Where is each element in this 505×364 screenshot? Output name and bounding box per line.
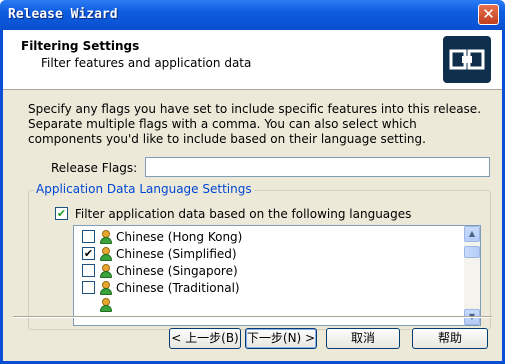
footer-divider [13,316,492,318]
page-title: Filtering Settings [21,39,140,53]
filter-checkbox-box[interactable]: ✔ [55,207,68,220]
release-logo-icon [443,36,491,83]
close-button[interactable]: ✕ [478,4,499,25]
back-button[interactable]: < 上一步(B) [169,328,241,349]
language-label: Chinese (Simplified) [116,246,237,261]
release-flags-label: Release Flags: [51,161,138,175]
window-title: Release Wizard [8,7,118,22]
language-label: Chinese (Traditional) [116,280,240,295]
instructions-text: Specify any flags you have set to includ… [28,102,482,146]
title-bar[interactable]: Release Wizard ✕ [0,0,505,30]
list-item[interactable]: Chinese (Hong Kong) [82,229,242,246]
user-language-icon [99,246,115,261]
language-checkbox[interactable] [82,281,95,294]
language-label: Chinese (Hong Kong) [116,229,243,244]
user-language-icon [99,263,115,278]
language-list[interactable]: Chinese (Hong Kong) ✔ Chinese (Simplified… [73,225,481,326]
language-label: Chinese (Singapore) [116,263,238,278]
user-language-icon [99,280,115,295]
language-checkbox[interactable]: ✔ [82,247,95,260]
page-subtitle: Filter features and application data [41,56,252,70]
list-item[interactable]: ✔ Chinese (Simplified) [82,246,237,263]
release-wizard-window: Release Wizard ✕ Filtering Settings Filt… [0,0,505,364]
wizard-header: Filtering Settings Filter features and a… [3,30,502,90]
list-scrollbar[interactable]: ▲ ▼ [464,226,480,325]
scroll-thumb[interactable] [464,246,480,258]
user-language-icon [99,229,115,244]
release-flags-input[interactable] [145,157,490,177]
language-checkbox[interactable] [82,264,95,277]
user-language-icon [99,297,115,312]
scroll-up-icon[interactable]: ▲ [464,226,480,242]
dialog-body: Filtering Settings Filter features and a… [3,30,502,361]
list-item[interactable]: Chinese (Traditional) [82,280,240,297]
help-button[interactable]: 帮助 [412,328,488,349]
list-item-partial [82,297,115,314]
list-item[interactable]: Chinese (Singapore) [82,263,238,280]
language-checkbox[interactable] [82,230,95,243]
filter-checkbox-label: Filter application data based on the fol… [74,206,412,221]
filter-languages-checkbox[interactable]: ✔ Filter application data based on the f… [55,206,411,221]
cancel-button[interactable]: 取消 [326,328,400,349]
next-button[interactable]: 下一步(N) > [245,328,317,349]
group-legend: Application Data Language Settings [34,182,254,196]
